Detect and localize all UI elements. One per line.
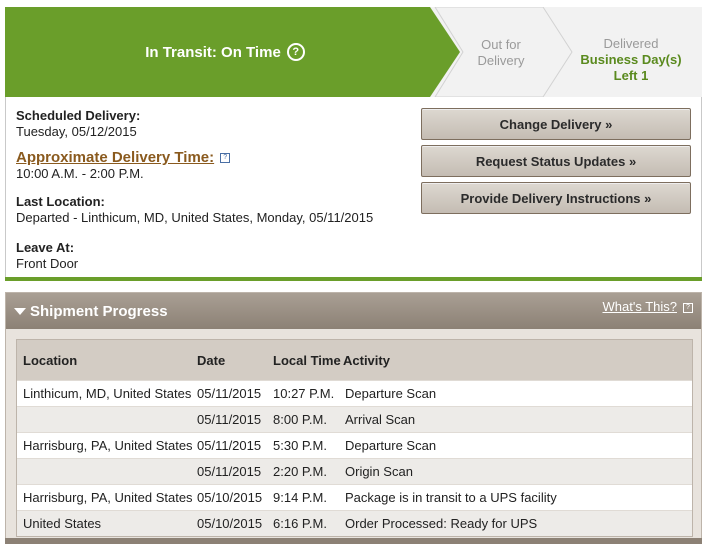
question-icon[interactable]: ? xyxy=(220,153,231,164)
step-delivered: Delivered Business Day(s) Left 1 xyxy=(571,36,691,84)
delivery-details: Scheduled Delivery: Tuesday, 05/12/2015 … xyxy=(16,108,416,272)
column-date: Date xyxy=(197,352,226,368)
divider xyxy=(5,277,702,281)
cell-location: Linthicum, MD, United States xyxy=(23,386,192,401)
step-out-line1: Out for xyxy=(481,37,521,52)
progress-table: Location Date Local Time Activity Linthi… xyxy=(16,339,693,537)
column-location: Location xyxy=(23,352,78,368)
help-icon[interactable]: ? xyxy=(286,43,305,61)
request-status-updates-button[interactable]: Request Status Updates » xyxy=(421,145,691,177)
cell-location: Harrisburg, PA, United States xyxy=(23,490,193,505)
table-row: Linthicum, MD, United States 05/11/2015 10… xyxy=(17,380,692,406)
leave-at-label: Leave At: xyxy=(16,240,75,255)
cell-time: 2:20 P.M. xyxy=(273,464,327,479)
status-bar: In Transit: On Time ? Out for Delivery D… xyxy=(5,7,702,97)
whats-this-link[interactable]: What's This? xyxy=(603,299,678,314)
approx-delivery-time-label[interactable]: Approximate Delivery Time: xyxy=(16,149,214,166)
table-row: 05/11/2015 2:20 P.M. Origin Scan xyxy=(17,458,692,484)
approx-delivery-time-value: 10:00 A.M. - 2:00 P.M. xyxy=(16,166,144,181)
table-header: Location Date Local Time Activity xyxy=(17,340,692,380)
approx-delivery-time-link[interactable]: Approximate Delivery Time:? xyxy=(16,150,416,166)
cell-time: 10:27 P.M. xyxy=(273,386,335,401)
cell-activity: Package is in transit to a UPS facility xyxy=(345,490,557,505)
cell-location: Harrisburg, PA, United States xyxy=(23,438,193,453)
cell-date: 05/10/2015 xyxy=(197,516,263,531)
collapse-triangle-icon[interactable] xyxy=(14,308,26,315)
action-buttons: Change Delivery » Request Status Updates… xyxy=(421,108,691,219)
leave-at-value: Front Door xyxy=(16,256,79,271)
status-current: In Transit: On Time ? xyxy=(5,7,445,97)
shipment-progress-header[interactable]: Shipment Progress What's This? ? xyxy=(6,293,701,329)
status-current-label: In Transit: On Time xyxy=(145,43,281,61)
table-row: United States 05/10/2015 6:16 P.M. Order Pr… xyxy=(17,510,692,536)
cell-activity: Arrival Scan xyxy=(345,412,416,427)
cell-time: 9:14 P.M. xyxy=(273,490,327,505)
question-icon[interactable]: ? xyxy=(683,303,693,313)
cell-date: 05/11/2015 xyxy=(197,438,262,453)
step-delivered-label: Delivered xyxy=(603,36,659,51)
cell-time: 8:00 P.M. xyxy=(273,412,327,427)
cell-date: 05/11/2015 xyxy=(197,412,262,427)
cell-activity: Departure Scan xyxy=(345,386,437,401)
cell-time: 5:30 P.M. xyxy=(273,438,327,453)
cell-activity: Order Processed: Ready for UPS xyxy=(345,516,538,531)
cell-activity: Departure Scan xyxy=(345,438,437,453)
table-row: 05/11/2015 8:00 P.M. Arrival Scan xyxy=(17,406,692,432)
scheduled-delivery-label: Scheduled Delivery: xyxy=(16,108,141,123)
provide-delivery-instructions-button[interactable]: Provide Delivery Instructions » xyxy=(421,182,691,214)
change-delivery-button[interactable]: Change Delivery » xyxy=(421,108,691,140)
step-out-for-delivery: Out for Delivery xyxy=(460,37,542,69)
cell-time: 6:16 P.M. xyxy=(273,516,327,531)
last-location-value: Departed - Linthicum, MD, United States,… xyxy=(16,210,374,225)
business-days-left: Business Day(s) Left 1 xyxy=(580,52,682,83)
cell-location: United States xyxy=(23,516,102,531)
step-out-line2: Delivery xyxy=(477,53,525,68)
bottom-border xyxy=(5,538,702,544)
shipment-progress-title: Shipment Progress xyxy=(30,303,168,320)
cell-date: 05/11/2015 xyxy=(197,464,262,479)
column-activity: Activity xyxy=(343,352,390,368)
last-location-label: Last Location: xyxy=(16,194,105,209)
table-row: Harrisburg, PA, United States 05/11/2015 5… xyxy=(17,432,692,458)
table-row: Harrisburg, PA, United States 05/10/2015 9… xyxy=(17,484,692,510)
scheduled-delivery-value: Tuesday, 05/12/2015 xyxy=(16,124,137,139)
cell-date: 05/11/2015 xyxy=(197,386,262,401)
shipment-progress-panel: Shipment Progress What's This? ? Locatio… xyxy=(5,292,702,540)
column-local-time: Local Time xyxy=(273,352,341,368)
cell-date: 05/10/2015 xyxy=(197,490,263,505)
cell-activity: Origin Scan xyxy=(345,464,413,479)
